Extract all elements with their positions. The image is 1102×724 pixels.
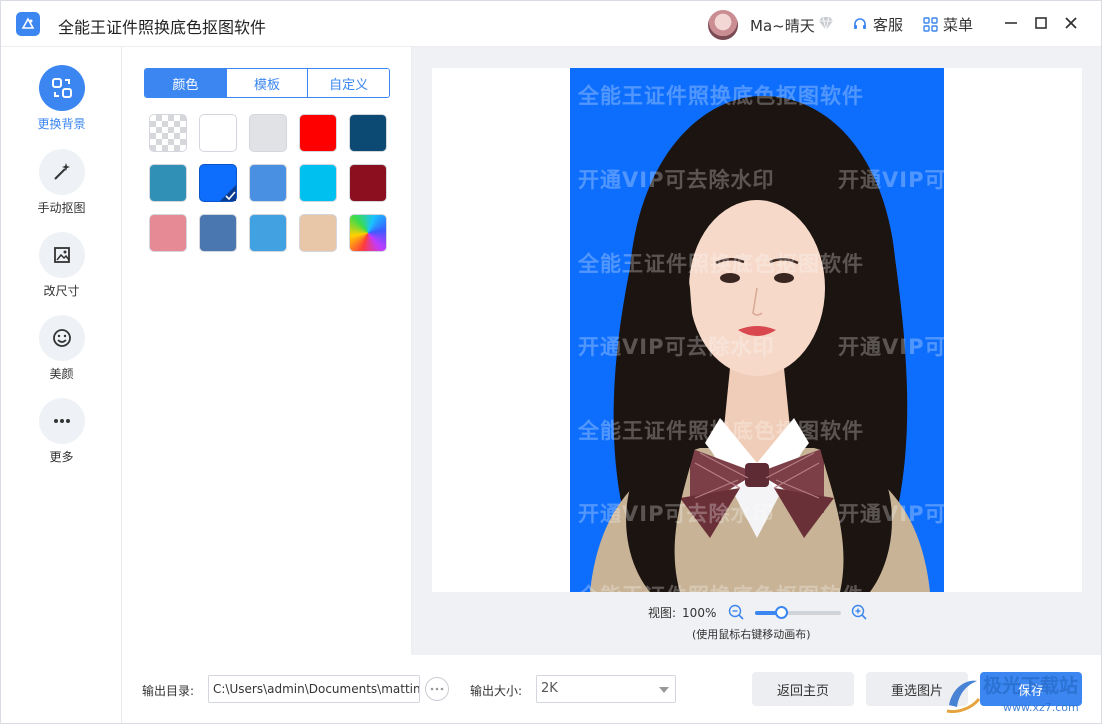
color-swatch[interactable] [199,164,237,202]
color-swatch[interactable] [299,114,337,152]
watermark-text: 开通VIP可去除水印 [838,502,944,526]
watermark-text: 全能王证件照换底色抠图软件 [578,580,864,592]
tab-custom[interactable]: 自定义 [308,69,389,97]
sidebar-item-change-background[interactable]: 更换背景 [1,65,122,132]
maximize-icon [1035,17,1047,29]
sidebar-label: 改尺寸 [43,284,80,298]
sidebar-label: 更多 [49,450,74,464]
zoom-out-icon[interactable] [728,604,745,621]
more-dots-icon [430,687,444,691]
output-dir-field[interactable]: C:\Users\admin\Documents\matting [208,675,420,703]
color-swatch[interactable] [199,214,237,252]
maximize-button[interactable] [1031,13,1051,33]
vip-diamond-icon[interactable] [818,16,834,31]
close-icon [1065,17,1077,29]
watermark-text: 开通VIP可去除水印 [578,168,775,192]
id-photo: 全能王证件照换底色抠图软件 开通VIP可去除水印 开通VIP可去除水印 全能王证… [570,68,944,592]
swatch-custom-gradient[interactable] [349,214,387,252]
headset-icon [854,17,866,29]
watermark-text: 开通VIP可去除水印 [578,335,775,359]
watermark-text: 开通VIP可去除水印 [838,335,944,359]
crop-image-icon [38,232,85,278]
site-url: www.xz7.com [1003,701,1079,714]
zoom-hint: (使用鼠标右键移动画布) [692,628,811,641]
grid-menu-icon [923,17,938,32]
output-dir-label: 输出目录: [142,684,195,698]
site-name: 极光下载站 [983,675,1079,697]
tab-color[interactable]: 颜色 [145,69,227,97]
background-options-panel: 颜色 模板 自定义 [122,47,412,655]
panel-tabs: 颜色 模板 自定义 [144,68,390,98]
watermark-text: 全能王证件照换底色抠图软件 [578,419,864,443]
sidebar-item-beauty[interactable]: 美颜 [1,315,122,382]
app-title: 全能王证件照换底色抠图软件 [58,18,267,37]
zoom-controls: 视图: 100% [648,604,868,621]
color-swatch[interactable] [149,214,187,252]
color-swatch[interactable] [199,114,237,152]
color-swatch[interactable] [299,214,337,252]
app-window: 全能王证件照换底色抠图软件 Ma~晴天 客服 菜单 更换背景 手动抠图 改尺寸 … [0,0,1102,724]
preview-canvas[interactable]: 全能王证件照换底色抠图软件 开通VIP可去除水印 开通VIP可去除水印 全能王证… [432,68,1082,592]
customer-service-label: 客服 [873,16,904,34]
minimize-icon [1005,22,1017,24]
username[interactable]: Ma~晴天 [750,15,815,36]
color-swatch[interactable] [349,164,387,202]
customer-service-button[interactable]: 客服 [852,14,903,35]
zoom-in-icon[interactable] [851,604,868,621]
color-swatch[interactable] [149,164,187,202]
more-dots-icon [38,398,85,444]
chevron-down-icon [659,687,669,693]
sidebar-label: 美颜 [49,367,74,381]
sidebar: 更换背景 手动抠图 改尺寸 美颜 更多 [1,47,122,723]
output-size-label: 输出大小: [470,684,523,698]
sidebar-label: 手动抠图 [37,201,86,215]
sidebar-item-manual-matting[interactable]: 手动抠图 [1,149,122,216]
back-home-button[interactable]: 返回主页 [752,672,854,706]
swap-background-icon [38,65,85,111]
sidebar-item-resize[interactable]: 改尺寸 [1,232,122,299]
site-logo-icon [946,680,981,713]
title-bar: 全能王证件照换底色抠图软件 Ma~晴天 客服 菜单 [1,1,1101,47]
watermark-text: 全能王证件照换底色抠图软件 [578,84,864,108]
zoom-slider[interactable] [755,605,842,619]
site-watermark: 极光下载站 www.xz7.com [945,669,1101,723]
menu-button[interactable]: 菜单 [923,14,973,35]
sidebar-item-more[interactable]: 更多 [1,398,122,465]
browse-folder-button[interactable] [425,677,449,701]
zoom-value: 100% [682,605,717,620]
watermark-text: 开通VIP可去除水印 [838,168,944,192]
color-swatch[interactable] [249,114,287,152]
app-logo-icon [16,12,40,36]
magic-wand-icon [38,149,85,195]
menu-label: 菜单 [943,16,974,34]
color-swatch[interactable] [249,214,287,252]
smile-face-icon [38,315,85,361]
zoom-label: 视图: [648,606,677,620]
color-swatch[interactable] [349,114,387,152]
output-size-select[interactable]: 2K [536,675,676,703]
checkmark-icon [220,185,236,201]
color-swatch[interactable] [299,164,337,202]
sidebar-label: 更换背景 [37,117,86,131]
minimize-button[interactable] [1001,13,1021,33]
preview-area: 全能王证件照换底色抠图软件 开通VIP可去除水印 开通VIP可去除水印 全能王证… [412,47,1101,655]
zoom-slider-handle[interactable] [775,605,789,619]
user-avatar[interactable] [708,10,738,40]
tab-template[interactable]: 模板 [226,69,309,97]
watermark-text: 开通VIP可去除水印 [578,502,775,526]
close-button[interactable] [1061,13,1081,33]
swatch-transparent[interactable] [149,114,187,152]
output-size-value: 2K [541,681,558,696]
color-swatch[interactable] [249,164,287,202]
watermark-text: 全能王证件照换底色抠图软件 [578,252,864,276]
